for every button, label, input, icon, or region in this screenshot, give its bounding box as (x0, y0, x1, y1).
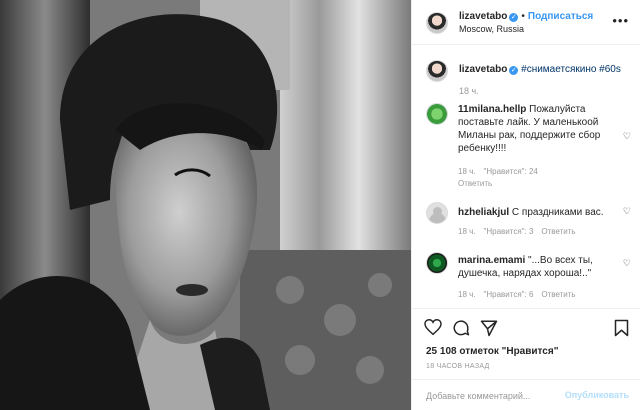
like-heart-icon[interactable] (424, 319, 442, 335)
comment-input[interactable] (426, 388, 566, 404)
share-icon[interactable] (480, 319, 498, 337)
comment-avatar[interactable] (426, 202, 448, 224)
reply-button[interactable]: Ответить (541, 290, 575, 299)
comment-likes[interactable]: "Нравится": 24 (484, 167, 538, 176)
author-username[interactable]: lizavetabo (459, 11, 507, 22)
header-title-row: lizavetabo ✓ • Подписаться (459, 11, 593, 22)
comment-meta: 18 ч. "Нравится": 6 Ответить (458, 290, 584, 299)
save-bookmark-icon[interactable] (614, 319, 629, 337)
comment-likes[interactable]: "Нравится": 6 (484, 290, 534, 299)
caption-avatar[interactable] (426, 60, 448, 82)
comment-avatar[interactable] (426, 252, 448, 274)
add-comment-bar: Опубликовать (412, 379, 640, 410)
post-location[interactable]: Moscow, Russia (459, 24, 524, 34)
comment-avatar[interactable] (426, 103, 448, 125)
comment-like-heart-icon[interactable]: ♡ (623, 258, 631, 269)
reply-button[interactable]: Ответить (541, 227, 575, 236)
comment-time: 18 ч. (458, 290, 476, 299)
post-photo[interactable] (0, 0, 411, 410)
caption-text-row: lizavetabo ✓ #снимаетсякино #60s (459, 64, 621, 75)
header-separator: • (521, 11, 525, 22)
follow-button[interactable]: Подписаться (528, 11, 593, 22)
verified-badge-icon: ✓ (509, 13, 519, 22)
comment-username[interactable]: marina.emami (458, 255, 525, 266)
comment-meta: 18 ч. "Нравится": 24 (458, 167, 546, 176)
publish-button[interactable]: Опубликовать (565, 390, 629, 400)
comment-text: С праздниками вас. (511, 207, 604, 218)
comment-like-heart-icon[interactable]: ♡ (623, 131, 631, 142)
comment-meta: 18 ч. "Нравится": 3 Ответить (458, 227, 584, 236)
comment-time: 18 ч. (458, 227, 476, 236)
comment-item: 11milana.hellp Пожалуйста поставьте лайк… (426, 103, 631, 188)
photo-illustration (0, 0, 411, 410)
comment-body: 11milana.hellp Пожалуйста поставьте лайк… (458, 103, 626, 155)
more-options-icon[interactable]: ••• (612, 13, 629, 28)
comment-time: 18 ч. (458, 167, 476, 176)
comment-item: hzheliakjul С праздниками вас. 18 ч. "Нра… (426, 202, 631, 242)
caption-hashtags[interactable]: #снимаетсякино #60s (521, 64, 621, 75)
comment-username[interactable]: 11milana.hellp (458, 104, 526, 115)
comment-icon[interactable] (452, 319, 470, 337)
comment-like-heart-icon[interactable]: ♡ (623, 206, 631, 217)
post-actions: 25 108 отметок "Нравится" 18 ЧАСОВ НАЗАД… (412, 308, 640, 410)
post-header: lizavetabo ✓ • Подписаться Moscow, Russia •… (412, 0, 640, 45)
comment-username[interactable]: hzheliakjul (458, 207, 509, 218)
comment-body: marina.emami "...Во всех ты, душечка, на… (458, 254, 626, 280)
caption-time: 18 ч. (459, 86, 479, 96)
comment-likes[interactable]: "Нравится": 3 (484, 227, 534, 236)
reply-button[interactable]: Ответить (458, 179, 492, 188)
post-time-ago: 18 ЧАСОВ НАЗАД (426, 363, 490, 370)
author-avatar[interactable] (426, 12, 448, 34)
caption-username[interactable]: lizavetabo (459, 64, 507, 75)
likes-count[interactable]: 25 108 отметок "Нравится" (426, 346, 558, 357)
verified-badge-icon: ✓ (509, 66, 519, 75)
comment-body: hzheliakjul С праздниками вас. (458, 206, 626, 219)
post-details-panel: lizavetabo ✓ • Подписаться Moscow, Russia •… (411, 0, 640, 410)
comment-item: marina.emami "...Во всех ты, душечка, на… (426, 252, 631, 302)
